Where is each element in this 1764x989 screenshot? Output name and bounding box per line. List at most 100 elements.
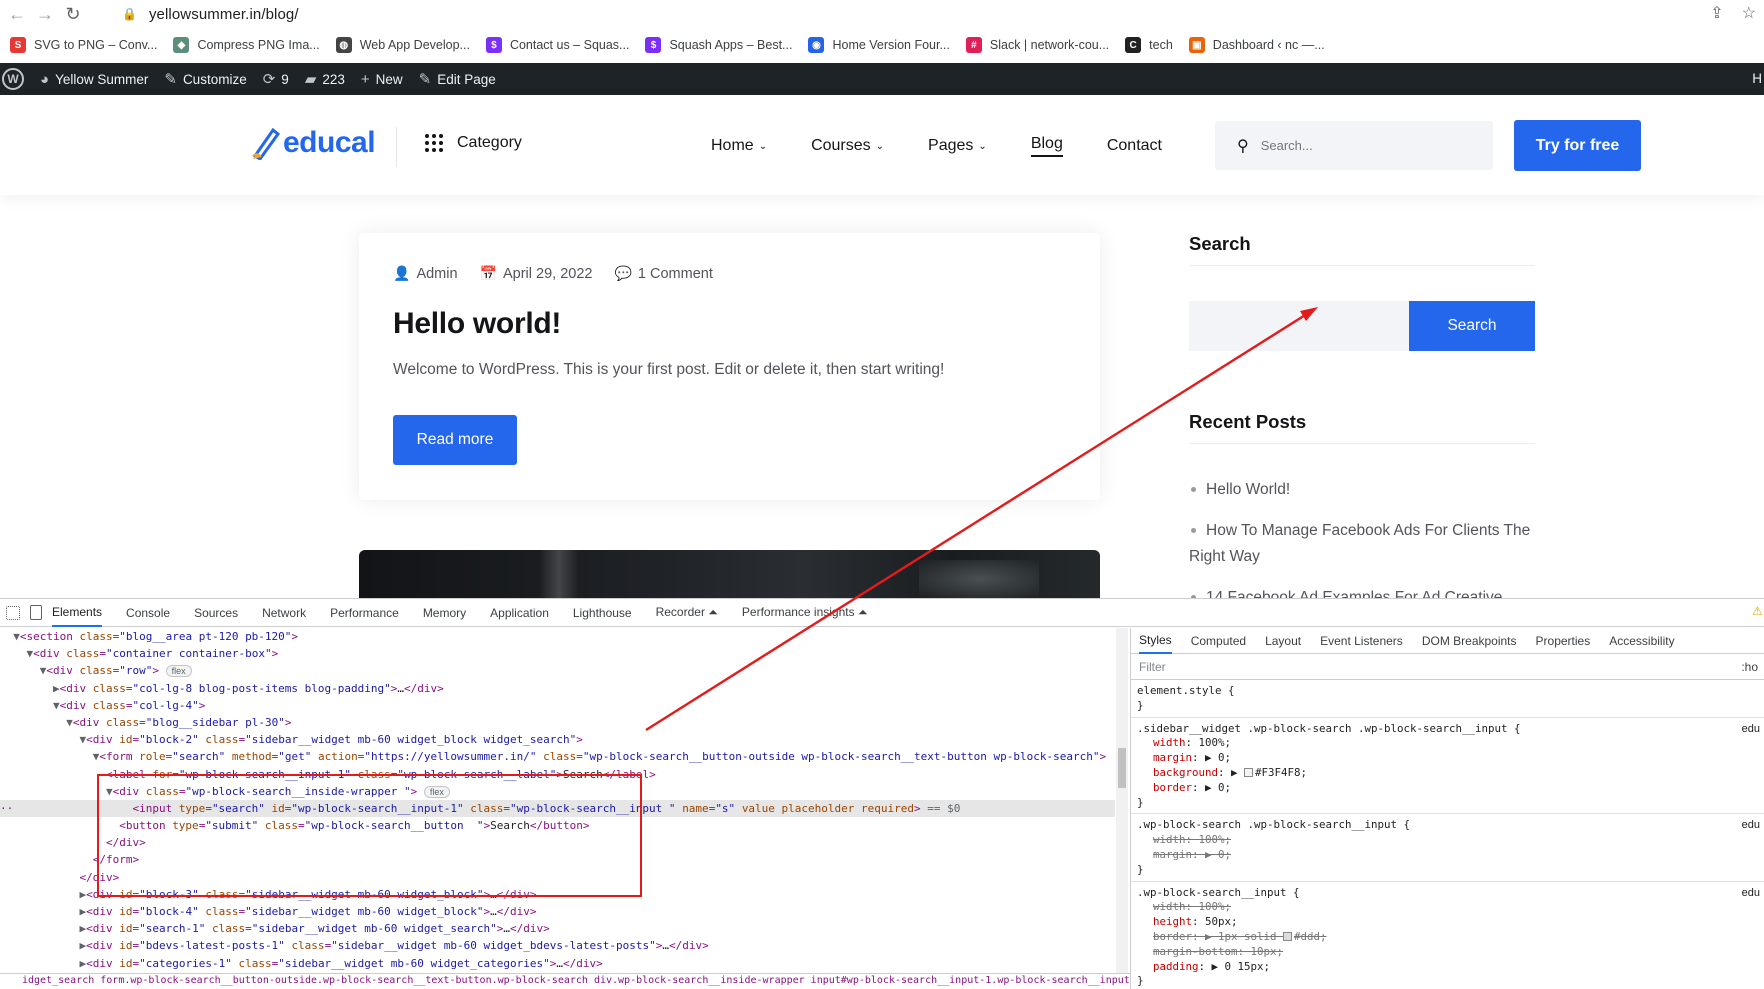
dom-node[interactable]: ▼<form role="search" method="get" action… bbox=[0, 748, 1115, 765]
tab-dom-breakpoints[interactable]: DOM Breakpoints bbox=[1422, 628, 1517, 654]
dom-node[interactable]: ▼<section class="blog__area pt-120 pb-12… bbox=[0, 628, 1115, 645]
wpbar-site[interactable]: ◕ Yellow Summer bbox=[40, 71, 148, 88]
educal-logo[interactable]: educal bbox=[251, 126, 376, 160]
tab-accessibility[interactable]: Accessibility bbox=[1609, 628, 1674, 654]
forward-icon[interactable]: → bbox=[34, 3, 56, 25]
divider bbox=[1189, 443, 1535, 444]
warning-icon[interactable]: ⚠ bbox=[1752, 604, 1764, 618]
tab-lighthouse[interactable]: Lighthouse bbox=[573, 599, 632, 627]
divider bbox=[1189, 265, 1535, 266]
wpbar-edit-page[interactable]: ✎ Edit Page bbox=[419, 70, 496, 88]
tab-memory[interactable]: Memory bbox=[423, 599, 466, 627]
bookmark-item[interactable]: ◆ Compress PNG Ima... bbox=[173, 37, 320, 53]
bookmark-item[interactable]: $ Squash Apps – Best... bbox=[645, 37, 792, 53]
sidebar-search-button[interactable]: Search bbox=[1409, 301, 1535, 351]
menu-courses[interactable]: Courses ⌄ bbox=[811, 135, 884, 157]
dom-node[interactable]: ▼<div class="blog__sidebar pl-30"> bbox=[0, 714, 1115, 731]
tab-computed[interactable]: Computed bbox=[1191, 628, 1246, 654]
color-swatch[interactable] bbox=[1244, 768, 1254, 778]
tab-properties[interactable]: Properties bbox=[1536, 628, 1591, 654]
wpbar-updates[interactable]: ⟳ 9 bbox=[263, 70, 289, 88]
color-swatch[interactable] bbox=[1283, 932, 1293, 942]
tab-network[interactable]: Network bbox=[262, 599, 306, 627]
post-comments[interactable]: 💬 1 Comment bbox=[614, 265, 712, 282]
tab-layout[interactable]: Layout bbox=[1265, 628, 1301, 654]
menu-home[interactable]: Home ⌄ bbox=[711, 135, 767, 157]
tab-elements[interactable]: Elements bbox=[52, 599, 103, 627]
post-author[interactable]: 👤 Admin bbox=[393, 265, 458, 282]
dom-node[interactable]: ▶<div id="bdevs-latest-posts-1" class="s… bbox=[0, 937, 1115, 954]
bookmark-item[interactable]: # Slack | network-cou... bbox=[965, 37, 1109, 53]
dom-node[interactable]: ▼<div class="col-lg-4"> bbox=[0, 697, 1115, 714]
devtools-panel: Elements Console Sources Network Perform… bbox=[0, 598, 1764, 989]
category-button[interactable]: Category bbox=[425, 134, 522, 152]
try-for-free-button[interactable]: Try for free bbox=[1514, 120, 1641, 171]
chevron-down-icon: ⌄ bbox=[875, 140, 885, 152]
styles-pane: Styles Computed Layout Event Listeners D… bbox=[1130, 628, 1764, 989]
menu-pages[interactable]: Pages ⌄ bbox=[928, 135, 987, 157]
bookmark-item[interactable]: ▣ Dashboard ‹ nc —... bbox=[1188, 37, 1325, 53]
tab-recorder[interactable]: Recorder ⏶ bbox=[656, 599, 718, 627]
bookmark-item[interactable]: ◉ Home Version Four... bbox=[808, 37, 950, 53]
share-icon[interactable]: ⇪ bbox=[1710, 3, 1723, 23]
tab-console[interactable]: Console bbox=[126, 599, 170, 627]
bookmark-item[interactable]: $ Contact us – Squas... bbox=[485, 37, 630, 53]
menu-blog[interactable]: Blog bbox=[1030, 135, 1063, 157]
menu-contact[interactable]: Contact bbox=[1107, 135, 1162, 157]
bookmark-label: Web App Develop... bbox=[359, 38, 470, 52]
post-thumbnail[interactable] bbox=[359, 550, 1100, 598]
squash-icon: $ bbox=[645, 37, 662, 53]
dom-node[interactable]: ▼<div class="container container-box"> bbox=[0, 645, 1115, 662]
style-rule[interactable]: edu .wp-block-search .wp-block-search__i… bbox=[1131, 814, 1764, 882]
dom-breadcrumbs[interactable]: idget_search form.wp-block-search__butto… bbox=[0, 973, 1130, 989]
filter-placeholder: Filter bbox=[1139, 659, 1166, 674]
sidebar-search-input[interactable] bbox=[1189, 301, 1409, 351]
inspect-icon[interactable] bbox=[6, 605, 20, 620]
dom-node[interactable]: ▼<div class="row"> flex bbox=[0, 662, 1115, 679]
wpbar-new-label: New bbox=[375, 71, 403, 87]
bookmark-item[interactable]: S SVG to PNG – Conv... bbox=[10, 37, 157, 53]
dom-scrollbar[interactable] bbox=[1116, 628, 1128, 973]
lock-icon[interactable]: 🔒 bbox=[122, 7, 137, 21]
header-search-input[interactable] bbox=[1260, 138, 1461, 153]
tab-performance-insights[interactable]: Performance insights ⏶ bbox=[742, 599, 868, 627]
bookmark-star-icon[interactable]: ☆ bbox=[1742, 3, 1756, 23]
wpbar-customize[interactable]: ✎ Customize bbox=[164, 70, 246, 88]
wpbar-comments[interactable]: ▰ 223 bbox=[305, 70, 345, 88]
device-toggle-icon[interactable] bbox=[30, 605, 42, 620]
url-field[interactable]: yellowsummer.in/blog/ bbox=[149, 6, 299, 23]
reload-icon[interactable]: ↻ bbox=[62, 3, 84, 25]
dom-node[interactable]: ▼<div id="block-2" class="sidebar__widge… bbox=[0, 731, 1115, 748]
tab-application[interactable]: Application bbox=[490, 599, 549, 627]
scrollbar-thumb[interactable] bbox=[1118, 748, 1126, 788]
style-rule[interactable]: element.style {} bbox=[1131, 680, 1764, 718]
dom-node[interactable]: ▶<div id="categories-1" class="sidebar__… bbox=[0, 955, 1115, 972]
bookmark-item[interactable]: Ctech bbox=[1125, 37, 1173, 53]
wpbar-howdy[interactable]: H bbox=[1752, 71, 1762, 86]
wpbar-new[interactable]: + New bbox=[361, 71, 403, 88]
tab-performance[interactable]: Performance bbox=[330, 599, 399, 627]
style-rule[interactable]: edu .sidebar__widget .wp-block-search .w… bbox=[1131, 718, 1764, 815]
tab-event-listeners[interactable]: Event Listeners bbox=[1320, 628, 1403, 654]
post-date[interactable]: 📅 April 29, 2022 bbox=[480, 265, 593, 282]
hover-toggle[interactable]: :ho bbox=[1741, 660, 1758, 674]
recent-post-item[interactable]: 14 Facebook Ad Examples For Ad Creative bbox=[1189, 585, 1535, 598]
globe-icon: ◍ bbox=[335, 37, 352, 53]
dom-node[interactable]: ▶<div id="block-4" class="sidebar__widge… bbox=[0, 903, 1115, 920]
dom-node[interactable]: ▶<div class="col-lg-8 blog-post-items bl… bbox=[0, 680, 1115, 697]
sidebar-search-title: Search bbox=[1189, 233, 1251, 254]
style-rule[interactable]: edu .wp-block-search__input { width: 100… bbox=[1131, 882, 1764, 989]
bookmark-label: Contact us – Squas... bbox=[509, 38, 630, 52]
read-more-button[interactable]: Read more bbox=[393, 415, 517, 465]
header-search[interactable]: ⚲ bbox=[1215, 121, 1493, 170]
post-title[interactable]: Hello world! bbox=[393, 307, 561, 341]
recent-post-item[interactable]: How To Manage Facebook Ads For Clients T… bbox=[1189, 518, 1535, 570]
bookmark-item[interactable]: ◍ Web App Develop... bbox=[335, 37, 470, 53]
wordpress-logo-icon[interactable]: W bbox=[2, 68, 24, 90]
tab-sources[interactable]: Sources bbox=[194, 599, 238, 627]
tab-styles[interactable]: Styles bbox=[1139, 628, 1172, 654]
back-icon[interactable]: ← bbox=[6, 3, 28, 25]
styles-filter[interactable]: Filter :ho bbox=[1131, 654, 1764, 680]
recent-post-item[interactable]: Hello World! bbox=[1189, 477, 1535, 503]
dom-node[interactable]: ▶<div id="search-1" class="sidebar__widg… bbox=[0, 920, 1115, 937]
